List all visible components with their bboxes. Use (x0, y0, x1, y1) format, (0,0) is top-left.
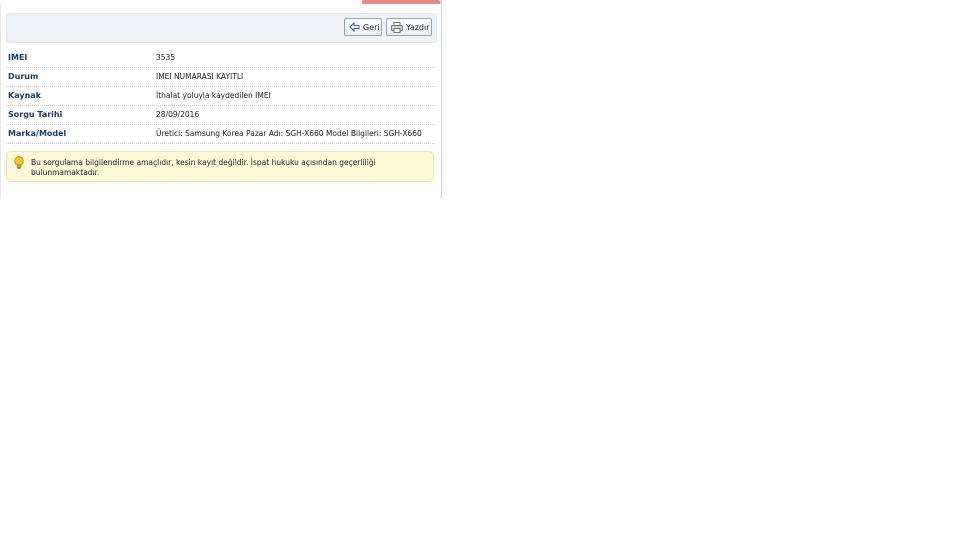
imei-label: IMEI (8, 53, 28, 62)
notice-text: Bu sorgulama bilgilendirme amaçlıdır, ke… (31, 158, 376, 177)
imei-result-panel: Geri Yazdır IMEI 3535 Durum IMEI NUMARAS… (0, 4, 441, 198)
source-label: Kaynak (8, 91, 41, 100)
info-notice: Bu sorgulama bilgilendirme amaçlıdır, ke… (6, 151, 434, 182)
print-button-label: Yazdır (406, 22, 430, 32)
lightbulb-icon (13, 156, 25, 172)
query-date-value: 28/09/2016 (156, 110, 200, 119)
detail-row-query-date: Sorgu Tarihi 28/09/2016 (6, 106, 435, 125)
detail-row-brand-model: Marka/Model Üretici: Samsung Korea Pazar… (6, 125, 435, 144)
imei-value: 3535 (156, 53, 176, 62)
printer-icon (391, 21, 403, 33)
imei-details-table: IMEI 3535 Durum IMEI NUMARASI KAYITLI Ka… (6, 49, 435, 144)
brand-model-label: Marka/Model (8, 129, 67, 138)
detail-row-source: Kaynak İthalat yoluyla kaydedilen IMEI (6, 87, 435, 106)
print-button[interactable]: Yazdır (386, 18, 432, 36)
result-toolbar: Geri Yazdır (6, 13, 437, 43)
status-value: IMEI NUMARASI KAYITLI (156, 72, 244, 81)
back-arrow-icon (349, 22, 360, 32)
back-button-label: Geri (363, 22, 380, 32)
query-date-label: Sorgu Tarihi (8, 110, 63, 119)
detail-row-imei: IMEI 3535 (6, 49, 435, 68)
brand-model-value: Üretici: Samsung Korea Pazar Adı: SGH-X6… (156, 129, 422, 138)
status-label: Durum (8, 72, 39, 81)
back-button[interactable]: Geri (344, 18, 382, 36)
detail-row-status: Durum IMEI NUMARASI KAYITLI (6, 68, 435, 87)
source-value: İthalat yoluyla kaydedilen IMEI (156, 91, 271, 100)
